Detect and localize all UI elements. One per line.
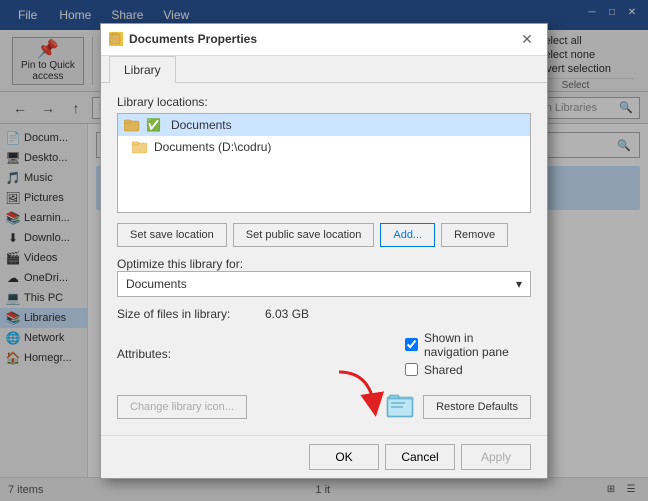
location-folder-icon (124, 118, 140, 132)
location-folder-d-icon (132, 140, 148, 154)
shared-checkbox[interactable] (405, 363, 418, 376)
size-label: Size of files in library: (117, 307, 257, 321)
optimize-dropdown[interactable]: Documents ▾ (117, 271, 531, 297)
location-item-documents-d[interactable]: Documents (D:\codru) (118, 136, 530, 158)
attributes-row: Attributes: Shown in navigation pane Sha… (117, 331, 531, 377)
dialog-footer: OK Cancel Apply (101, 435, 547, 478)
dialog-title-icon (109, 32, 123, 46)
dropdown-chevron-icon: ▾ (516, 277, 522, 291)
optimize-row: Optimize this library for: (117, 257, 531, 271)
nav-pane-checkbox-label[interactable]: Shown in navigation pane (405, 331, 531, 359)
dialog-title-text: Documents Properties (129, 32, 509, 46)
ok-button[interactable]: OK (309, 444, 379, 470)
bottom-actions-row: Change library icon... (117, 391, 531, 423)
set-public-save-button[interactable]: Set public save location (233, 223, 375, 247)
apply-button[interactable]: Apply (461, 444, 531, 470)
attributes-label: Attributes: (117, 347, 257, 361)
library-icon-preview (385, 391, 417, 423)
change-icon-button[interactable]: Change library icon... (117, 395, 247, 419)
location-buttons: Set save location Set public save locati… (117, 223, 531, 247)
nav-pane-checkbox[interactable] (405, 338, 418, 351)
optimize-section: Optimize this library for: Documents ▾ (117, 257, 531, 297)
optimize-label: Optimize this library for: (117, 257, 257, 271)
locations-label: Library locations: (117, 95, 531, 109)
locations-list: ✅ Documents Documents (D:\codru) (117, 113, 531, 213)
dialog-close-button[interactable]: ✕ (515, 27, 539, 51)
documents-properties-dialog: Documents Properties ✕ Library Library l… (100, 23, 548, 479)
modal-overlay: Documents Properties ✕ Library Library l… (0, 0, 648, 501)
dialog-titlebar: Documents Properties ✕ (101, 24, 547, 56)
library-locations-section: Library locations: ✅ Documents (117, 95, 531, 213)
location-item-documents[interactable]: ✅ Documents (118, 114, 530, 136)
shared-checkbox-label[interactable]: Shared (405, 363, 531, 377)
remove-button[interactable]: Remove (441, 223, 508, 247)
attributes-checkboxes: Shown in navigation pane Shared (405, 331, 531, 377)
dialog-body: Library locations: ✅ Documents (101, 83, 547, 435)
size-value: 6.03 GB (265, 307, 309, 321)
add-button[interactable]: Add... (380, 223, 435, 247)
restore-defaults-button[interactable]: Restore Defaults (423, 395, 531, 419)
dialog-tabs: Library (101, 56, 547, 83)
set-save-location-button[interactable]: Set save location (117, 223, 227, 247)
cancel-button[interactable]: Cancel (385, 444, 455, 470)
library-tab[interactable]: Library (109, 56, 176, 83)
size-row: Size of files in library: 6.03 GB (117, 307, 531, 321)
